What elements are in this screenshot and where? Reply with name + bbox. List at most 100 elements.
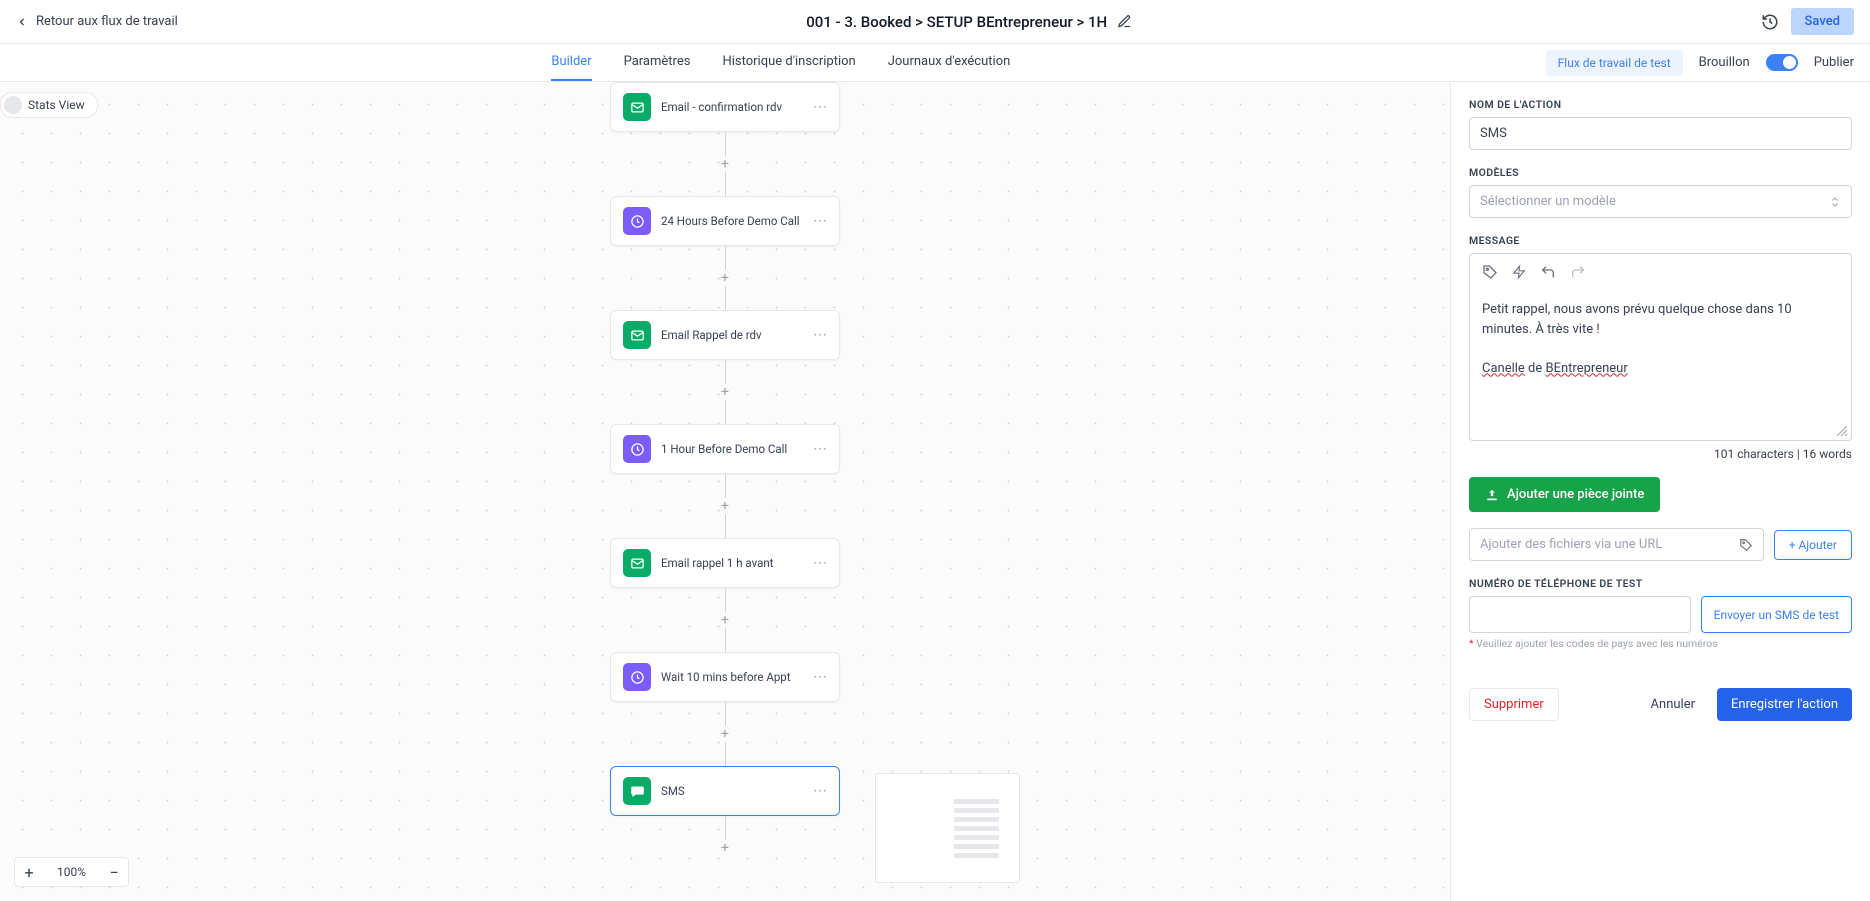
sms-icon [623, 777, 651, 805]
test-phone-input[interactable] [1469, 596, 1691, 633]
models-label: MODÈLES [1469, 166, 1852, 179]
node-label: 1 Hour Before Demo Call [661, 442, 803, 456]
phone-helper: Veuillez ajouter les codes de pays avec … [1476, 637, 1717, 650]
add-step-button[interactable]: + [717, 840, 733, 856]
node-menu-icon[interactable]: ⋯ [813, 327, 827, 343]
url-placeholder: Ajouter des fichiers via une URL [1480, 537, 1662, 552]
action-name-input[interactable] [1469, 117, 1852, 150]
minimap[interactable] [875, 773, 1020, 883]
add-step-button[interactable]: + [717, 498, 733, 514]
workflow-node[interactable]: 1 Hour Before Demo Call ⋯ [610, 424, 840, 474]
action-name-label: NOM DE L'ACTION [1469, 98, 1852, 111]
tag-icon[interactable] [1739, 538, 1753, 552]
node-label: Email - confirmation rdv [661, 100, 803, 114]
delete-button[interactable]: Supprimer [1469, 688, 1559, 721]
node-menu-icon[interactable]: ⋯ [813, 669, 827, 685]
bolt-icon[interactable] [1512, 264, 1526, 280]
tab-row: Builder Paramètres Historique d'inscript… [0, 44, 1870, 82]
chevron-left-icon [16, 16, 28, 28]
email-icon [623, 549, 651, 577]
clock-icon [623, 207, 651, 235]
select-sort-icon [1829, 196, 1841, 208]
add-step-button[interactable]: + [717, 156, 733, 172]
add-step-button[interactable]: + [717, 612, 733, 628]
attach-label: Ajouter une pièce jointe [1507, 487, 1644, 502]
workflow-node[interactable]: 24 Hours Before Demo Call ⋯ [610, 196, 840, 246]
zoom-in-button[interactable]: + [15, 858, 43, 886]
message-line1: Petit rappel, nous avons prévu quelque c… [1482, 300, 1839, 339]
tab-logs[interactable]: Journaux d'exécution [888, 44, 1011, 81]
phone-row: Envoyer un SMS de test [1469, 596, 1852, 633]
message-line2: Canelle de BEntrepreneur [1482, 359, 1839, 379]
main-area: Stats View Email - confirmation rdv ⋯ + [0, 82, 1870, 901]
zoom-out-button[interactable]: − [100, 858, 128, 886]
canvas[interactable]: Stats View Email - confirmation rdv ⋯ + [0, 82, 1450, 901]
message-textarea[interactable]: Petit rappel, nous avons prévu quelque c… [1470, 290, 1851, 440]
workflow-node[interactable]: Email Rappel de rdv ⋯ [610, 310, 840, 360]
tab-history[interactable]: Historique d'inscription [722, 44, 855, 81]
flow-column: Email - confirmation rdv ⋯ + 24 Hours Be… [605, 82, 845, 856]
workflow-title-block: 001 - 3. Booked > SETUP BEntrepreneur > … [806, 13, 1132, 31]
node-menu-icon[interactable]: ⋯ [813, 213, 827, 229]
workflow-title: 001 - 3. Booked > SETUP BEntrepreneur > … [806, 13, 1107, 31]
tag-icon[interactable] [1482, 264, 1498, 280]
clock-icon [623, 435, 651, 463]
workflow-node-sms[interactable]: SMS ⋯ [610, 766, 840, 816]
url-input[interactable]: Ajouter des fichiers via une URL [1469, 528, 1764, 561]
redo-icon[interactable] [1570, 264, 1586, 280]
node-menu-icon[interactable]: ⋯ [813, 783, 827, 799]
node-label: Email Rappel de rdv [661, 328, 803, 342]
node-menu-icon[interactable]: ⋯ [813, 555, 827, 571]
undo-icon[interactable] [1540, 264, 1556, 280]
test-phone-label: NUMÉRO DE TÉLÉPHONE DE TEST [1469, 577, 1852, 590]
panel-footer: Supprimer Annuler Enregistrer l'action [1469, 676, 1852, 721]
top-header: Retour aux flux de travail 001 - 3. Book… [0, 0, 1870, 44]
stats-label: Stats View [28, 98, 85, 112]
saved-button[interactable]: Saved [1791, 8, 1854, 35]
save-action-button[interactable]: Enregistrer l'action [1717, 688, 1852, 721]
upload-icon [1485, 488, 1499, 502]
minimap-content [882, 780, 1013, 876]
add-step-button[interactable]: + [717, 726, 733, 742]
header-right: Saved [1761, 8, 1854, 35]
message-label: MESSAGE [1469, 234, 1852, 247]
pencil-icon[interactable] [1117, 14, 1132, 29]
node-label: 24 Hours Before Demo Call [661, 214, 803, 228]
node-label: Wait 10 mins before Appt [661, 670, 803, 684]
node-label: SMS [661, 784, 803, 798]
add-step-button[interactable]: + [717, 384, 733, 400]
workflow-node[interactable]: Email - confirmation rdv ⋯ [610, 82, 840, 132]
publish-toggle[interactable] [1766, 54, 1798, 71]
email-icon [623, 321, 651, 349]
add-step-button[interactable]: + [717, 270, 733, 286]
draft-label: Brouillon [1699, 55, 1750, 70]
workflow-node[interactable]: Wait 10 mins before Appt ⋯ [610, 652, 840, 702]
zoom-controls: + 100% − [14, 857, 129, 887]
tab-builder[interactable]: Builder [551, 44, 591, 81]
cancel-button[interactable]: Annuler [1639, 688, 1707, 721]
node-menu-icon[interactable]: ⋯ [813, 99, 827, 115]
workflow-node[interactable]: Email rappel 1 h avant ⋯ [610, 538, 840, 588]
history-icon[interactable] [1761, 13, 1779, 31]
attach-button[interactable]: Ajouter une pièce jointe [1469, 477, 1660, 512]
test-workflow-button[interactable]: Flux de travail de test [1546, 50, 1683, 76]
clock-icon [623, 663, 651, 691]
node-menu-icon[interactable]: ⋯ [813, 441, 827, 457]
tab-right: Flux de travail de test Brouillon Publie… [1546, 50, 1854, 76]
resize-handle-icon[interactable] [1837, 426, 1847, 436]
stats-dot-icon [4, 96, 22, 114]
zoom-value: 100% [43, 865, 100, 879]
tab-params[interactable]: Paramètres [624, 44, 691, 81]
url-row: Ajouter des fichiers via une URL + Ajout… [1469, 528, 1852, 561]
message-toolbar [1470, 254, 1851, 290]
models-placeholder: Sélectionner un modèle [1480, 194, 1616, 209]
char-count: 101 characters | 16 words [1469, 447, 1852, 461]
back-link[interactable]: Retour aux flux de travail [16, 14, 178, 29]
models-select[interactable]: Sélectionner un modèle [1469, 185, 1852, 218]
email-icon [623, 93, 651, 121]
message-editor: Petit rappel, nous avons prévu quelque c… [1469, 253, 1852, 441]
publish-label: Publier [1814, 55, 1854, 70]
stats-view-toggle[interactable]: Stats View [0, 92, 98, 118]
add-url-button[interactable]: + Ajouter [1774, 530, 1852, 560]
send-test-button[interactable]: Envoyer un SMS de test [1701, 596, 1852, 633]
